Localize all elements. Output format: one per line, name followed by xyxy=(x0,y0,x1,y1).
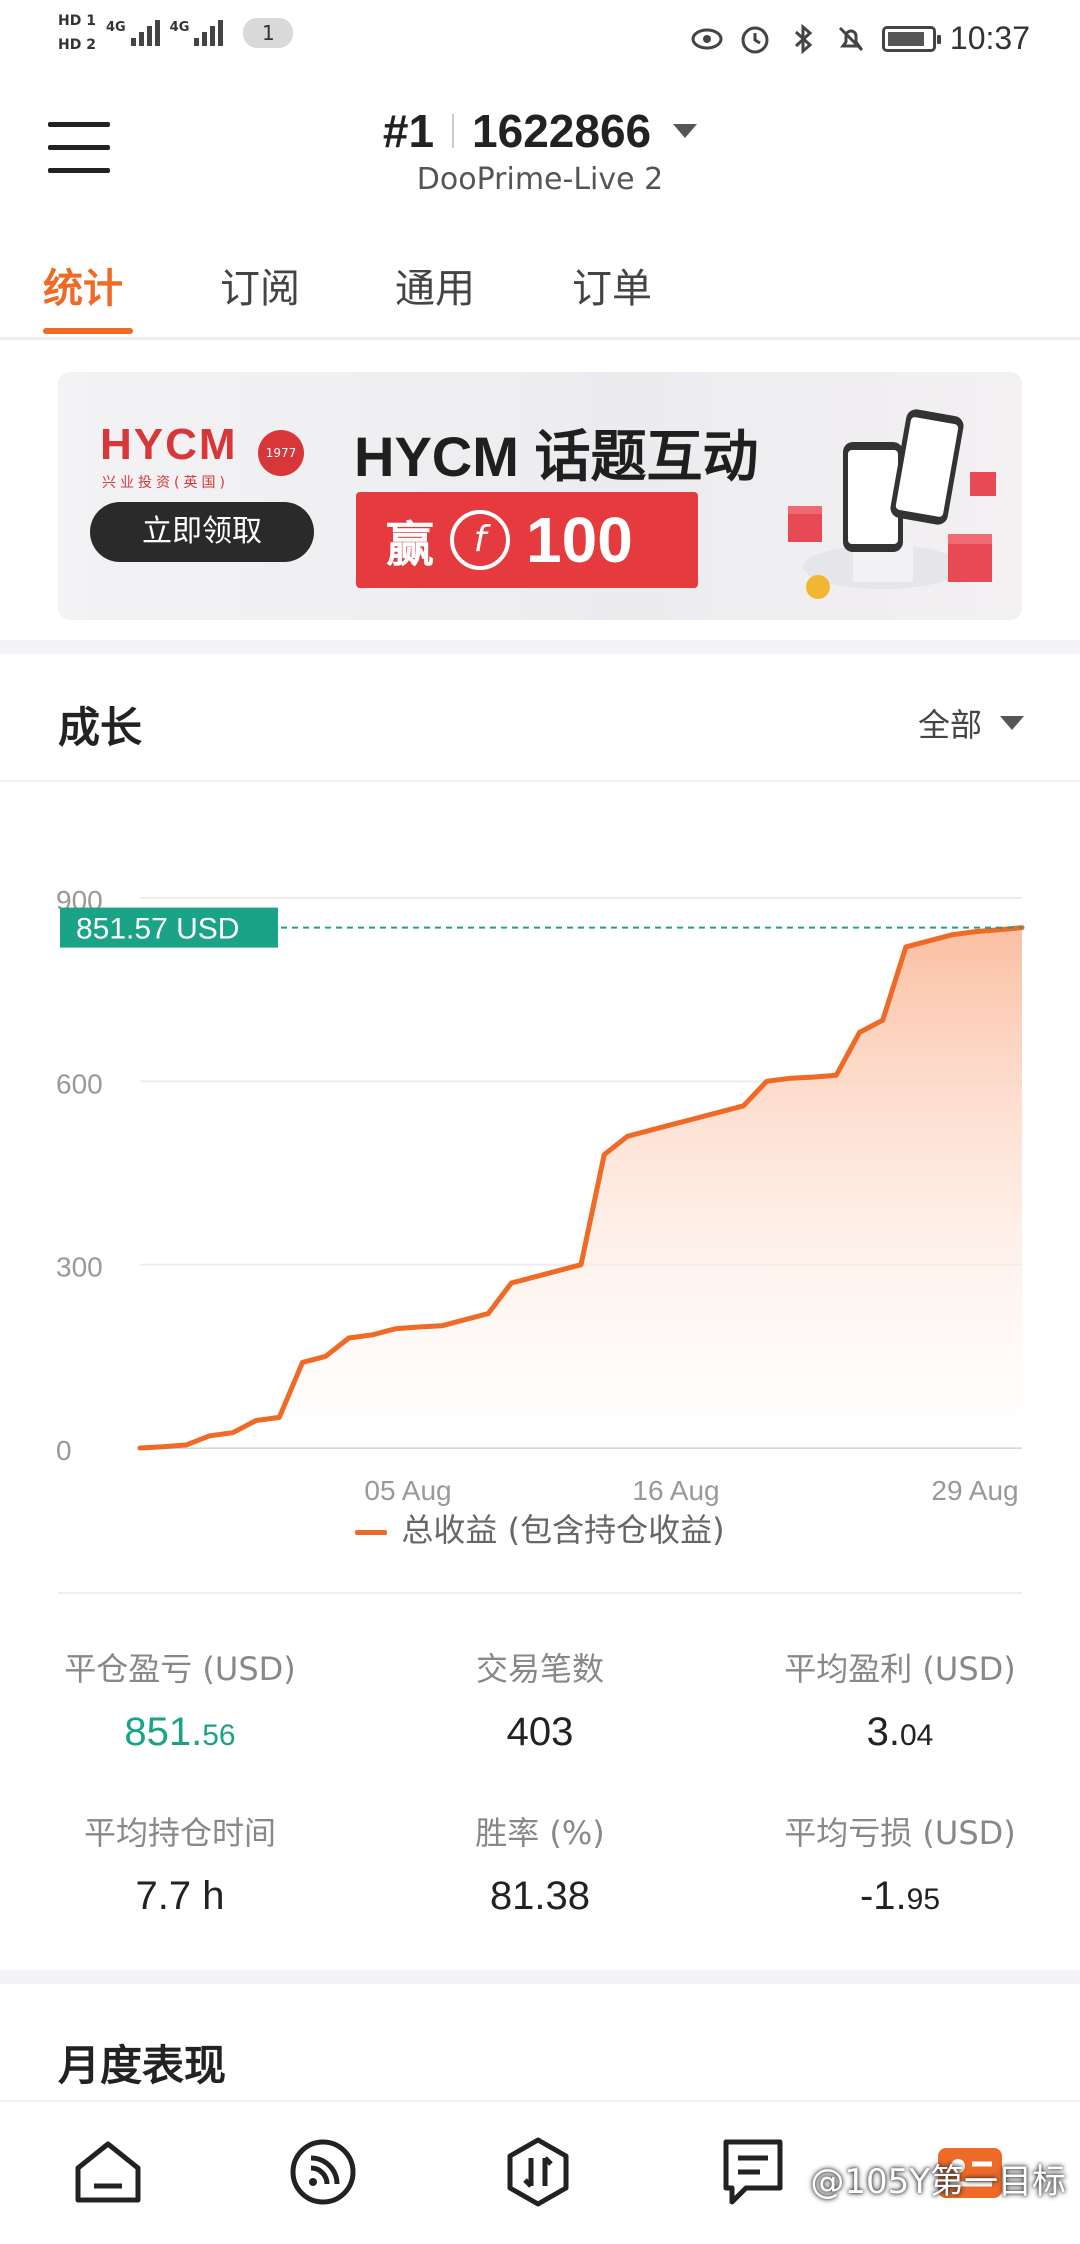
signal-2-icon: 4G xyxy=(170,20,224,46)
account-id: 1622866 xyxy=(472,105,652,157)
stat-label: 交易笔数 xyxy=(475,1650,604,1688)
stat-trade-count: 交易笔数 403 xyxy=(360,1644,720,1755)
x-tick-label: 29 Aug xyxy=(931,1475,1018,1506)
bottom-nav: @105Y第一目标 xyxy=(0,2100,1080,2244)
promo-reward: 赢 f 100 xyxy=(356,492,698,588)
stat-closed-pnl: 平仓盈亏 (USD) 851.56 xyxy=(0,1644,360,1755)
stats-grid: 平仓盈亏 (USD) 851.56 交易笔数 403 平均盈利 (USD) 3.… xyxy=(0,1620,1080,1960)
account-number: #1 xyxy=(382,105,435,157)
stat-avg-loss: 平均亏损 (USD) -1.95 xyxy=(720,1808,1080,1919)
stat-value: 7.7 h xyxy=(135,1874,225,1918)
bluetooth-icon xyxy=(794,23,813,54)
current-value-label: 851.57 USD xyxy=(76,913,239,946)
tab-orders[interactable]: 订单 xyxy=(572,256,652,314)
trade-icon[interactable] xyxy=(498,2132,578,2212)
stat-value: 81.38 xyxy=(489,1874,591,1918)
eye-icon xyxy=(691,28,723,49)
tab-statistics[interactable]: 统计 xyxy=(43,256,123,314)
growth-filter-dropdown[interactable]: 全部 xyxy=(918,700,1024,746)
signal-feed-icon[interactable] xyxy=(283,2132,363,2212)
status-bar: HD 1 HD 2 4G 4G 1 10:37 xyxy=(0,0,1080,82)
watermark: @105Y第一目标 xyxy=(810,2162,1066,2202)
battery-icon xyxy=(881,25,941,52)
legend-label: 总收益 (包含持仓收益) xyxy=(401,1511,725,1549)
account-divider xyxy=(452,114,455,148)
tab-subscribe[interactable]: 订阅 xyxy=(220,256,300,314)
stat-label: 胜率 (%) xyxy=(475,1814,605,1852)
stat-avg-profit: 平均盈利 (USD) 3.04 xyxy=(720,1644,1080,1755)
section-separator xyxy=(0,1970,1080,1984)
monthly-performance-title: 月度表现 xyxy=(58,2041,227,2090)
tab-general[interactable]: 通用 xyxy=(395,256,475,314)
app-header: #1 1622866 DooPrime-Live 2 xyxy=(0,82,1080,222)
clock: 10:37 xyxy=(949,20,1030,56)
promo-amount: 100 xyxy=(526,504,633,576)
stat-avg-hold-time: 平均持仓时间 7.7 h xyxy=(0,1808,360,1919)
stat-value: 3.04 xyxy=(866,1710,934,1754)
claim-button[interactable]: 立即领取 xyxy=(90,502,314,562)
phone-gift-illustration xyxy=(788,409,996,599)
coin-icon: f xyxy=(450,510,511,570)
stat-label: 平均盈利 (USD) xyxy=(784,1650,1016,1688)
y-tick-label: 600 xyxy=(56,1068,103,1099)
hd2-indicator: HD 2 xyxy=(58,37,96,53)
section-separator xyxy=(0,640,1080,654)
notification-badge: 1 xyxy=(243,18,294,48)
tab-bar: 统计 订阅 通用 订单 xyxy=(0,240,1080,340)
growth-filter-label: 全部 xyxy=(917,706,982,744)
active-tab-indicator xyxy=(43,328,133,334)
promo-win-label: 赢 xyxy=(386,517,435,573)
legend-swatch xyxy=(355,1529,388,1535)
server-name: DooPrime-Live 2 xyxy=(416,162,664,197)
x-tick-label: 05 Aug xyxy=(364,1475,451,1506)
mute-icon xyxy=(838,26,863,51)
account-switcher[interactable]: #1 1622866 DooPrime-Live 2 xyxy=(0,104,1080,197)
stat-value: -1.95 xyxy=(859,1874,941,1918)
news-icon[interactable] xyxy=(714,2132,794,2212)
stat-label: 平仓盈亏 (USD) xyxy=(64,1650,296,1688)
growth-title: 成长 xyxy=(58,703,143,752)
y-tick-label: 300 xyxy=(56,1252,103,1283)
chart-legend: 总收益 (包含持仓收益) xyxy=(0,1505,1080,1551)
divider xyxy=(58,1592,1022,1594)
signal-1-icon: 4G xyxy=(106,20,160,46)
promo-title: HYCM 话题互动 xyxy=(354,425,759,488)
growth-chart: 9006003000851.57 USD05 Aug 16 Aug 29 Aug xyxy=(56,885,1025,1506)
y-tick-label: 0 xyxy=(56,1435,72,1466)
chevron-down-icon xyxy=(1000,716,1024,730)
stat-value: 403 xyxy=(506,1710,574,1754)
promo-banner[interactable]: HYCM 1977 兴业投资(英国) 立即领取 HYCM 话题互动 赢 f 10… xyxy=(58,372,1022,620)
hd1-indicator: HD 1 xyxy=(58,13,96,29)
hycm-seal: 1977 xyxy=(258,430,304,476)
growth-header: 成长 全部 xyxy=(0,660,1080,782)
stat-label: 平均持仓时间 xyxy=(83,1814,276,1852)
hycm-subtitle: 兴业投资(英国) xyxy=(102,475,229,491)
stat-label: 平均亏损 (USD) xyxy=(784,1814,1016,1852)
alarm-icon xyxy=(741,26,769,53)
chevron-down-icon xyxy=(673,124,698,138)
stat-win-rate: 胜率 (%) 81.38 xyxy=(360,1808,720,1919)
hycm-logo: HYCM xyxy=(100,420,238,469)
home-icon[interactable] xyxy=(68,2132,148,2212)
x-tick-label: 16 Aug xyxy=(632,1475,719,1506)
stat-value: 851.56 xyxy=(124,1710,236,1754)
